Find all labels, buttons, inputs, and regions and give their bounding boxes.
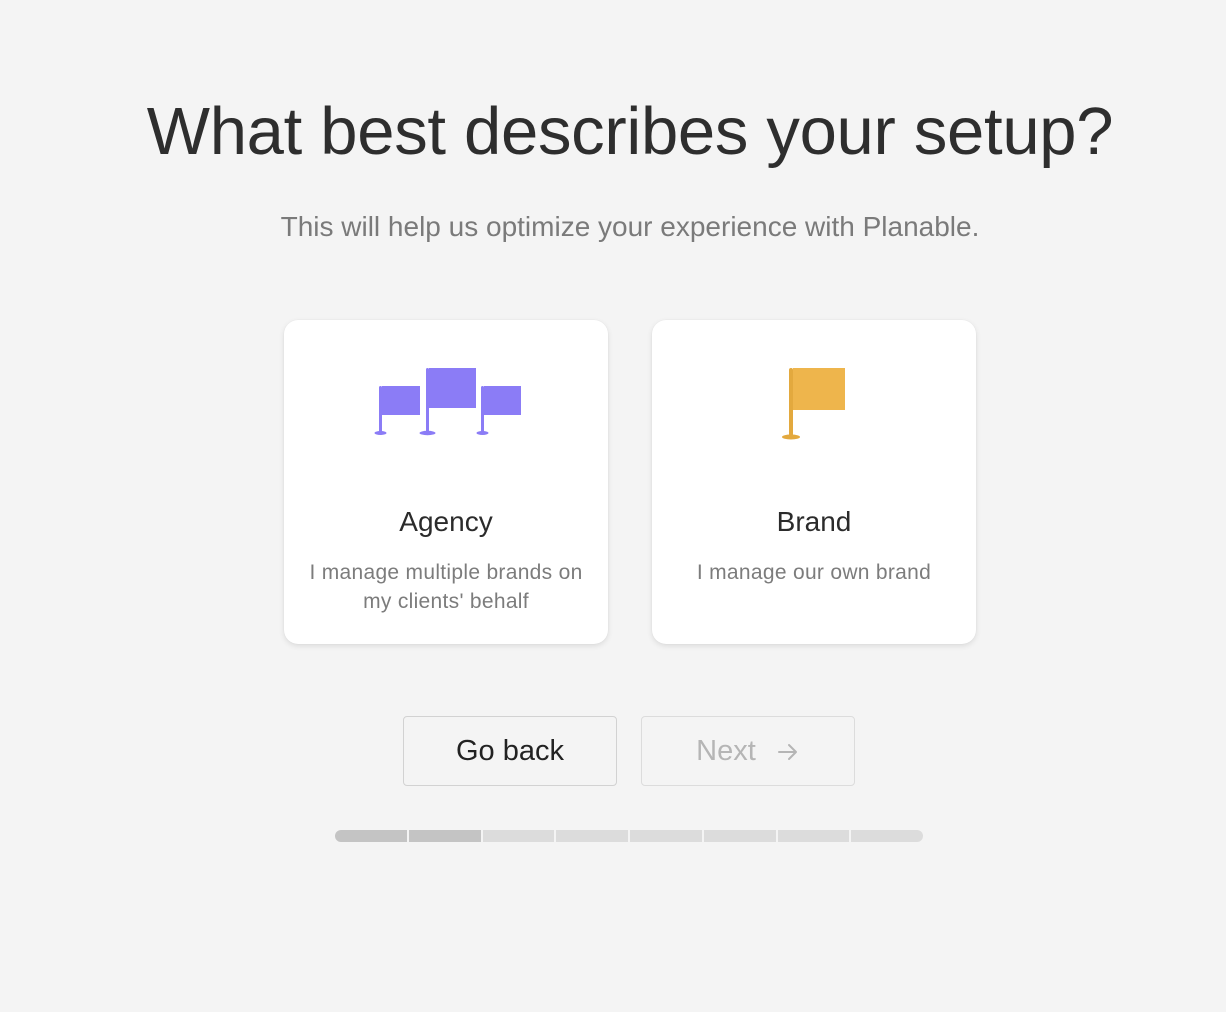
progress-bar	[335, 830, 923, 842]
agency-option-description: I manage multiple brands on my clients' …	[309, 561, 583, 613]
go-back-button[interactable]: Go back	[403, 716, 617, 786]
next-label: Next	[696, 734, 756, 767]
progress-segment	[703, 830, 778, 842]
progress-segment	[777, 830, 852, 842]
page-title: What best describes your setup?	[146, 94, 1114, 169]
progress-segment	[482, 830, 557, 842]
single-flag-icon	[652, 360, 976, 450]
brand-option-card[interactable]: Brand I manage our own brand	[652, 320, 976, 644]
progress-segment	[851, 830, 923, 842]
three-flags-icon	[284, 360, 608, 450]
onboarding-page: What best describes your setup? This wil…	[0, 0, 1226, 1012]
arrow-right-icon	[776, 739, 800, 763]
progress-segment	[630, 830, 704, 842]
progress-segment	[408, 830, 483, 842]
go-back-label: Go back	[456, 734, 564, 767]
brand-option-description: I manage our own brand	[696, 561, 932, 584]
progress-segment	[335, 830, 409, 842]
agency-option-card[interactable]: Agency I manage multiple brands on my cl…	[284, 320, 608, 644]
agency-option-title: Agency	[399, 506, 493, 537]
progress-segment	[556, 830, 630, 842]
page-subtitle: This will help us optimize your experien…	[280, 211, 980, 242]
brand-option-title: Brand	[776, 506, 852, 537]
next-button[interactable]: Next	[641, 716, 855, 786]
